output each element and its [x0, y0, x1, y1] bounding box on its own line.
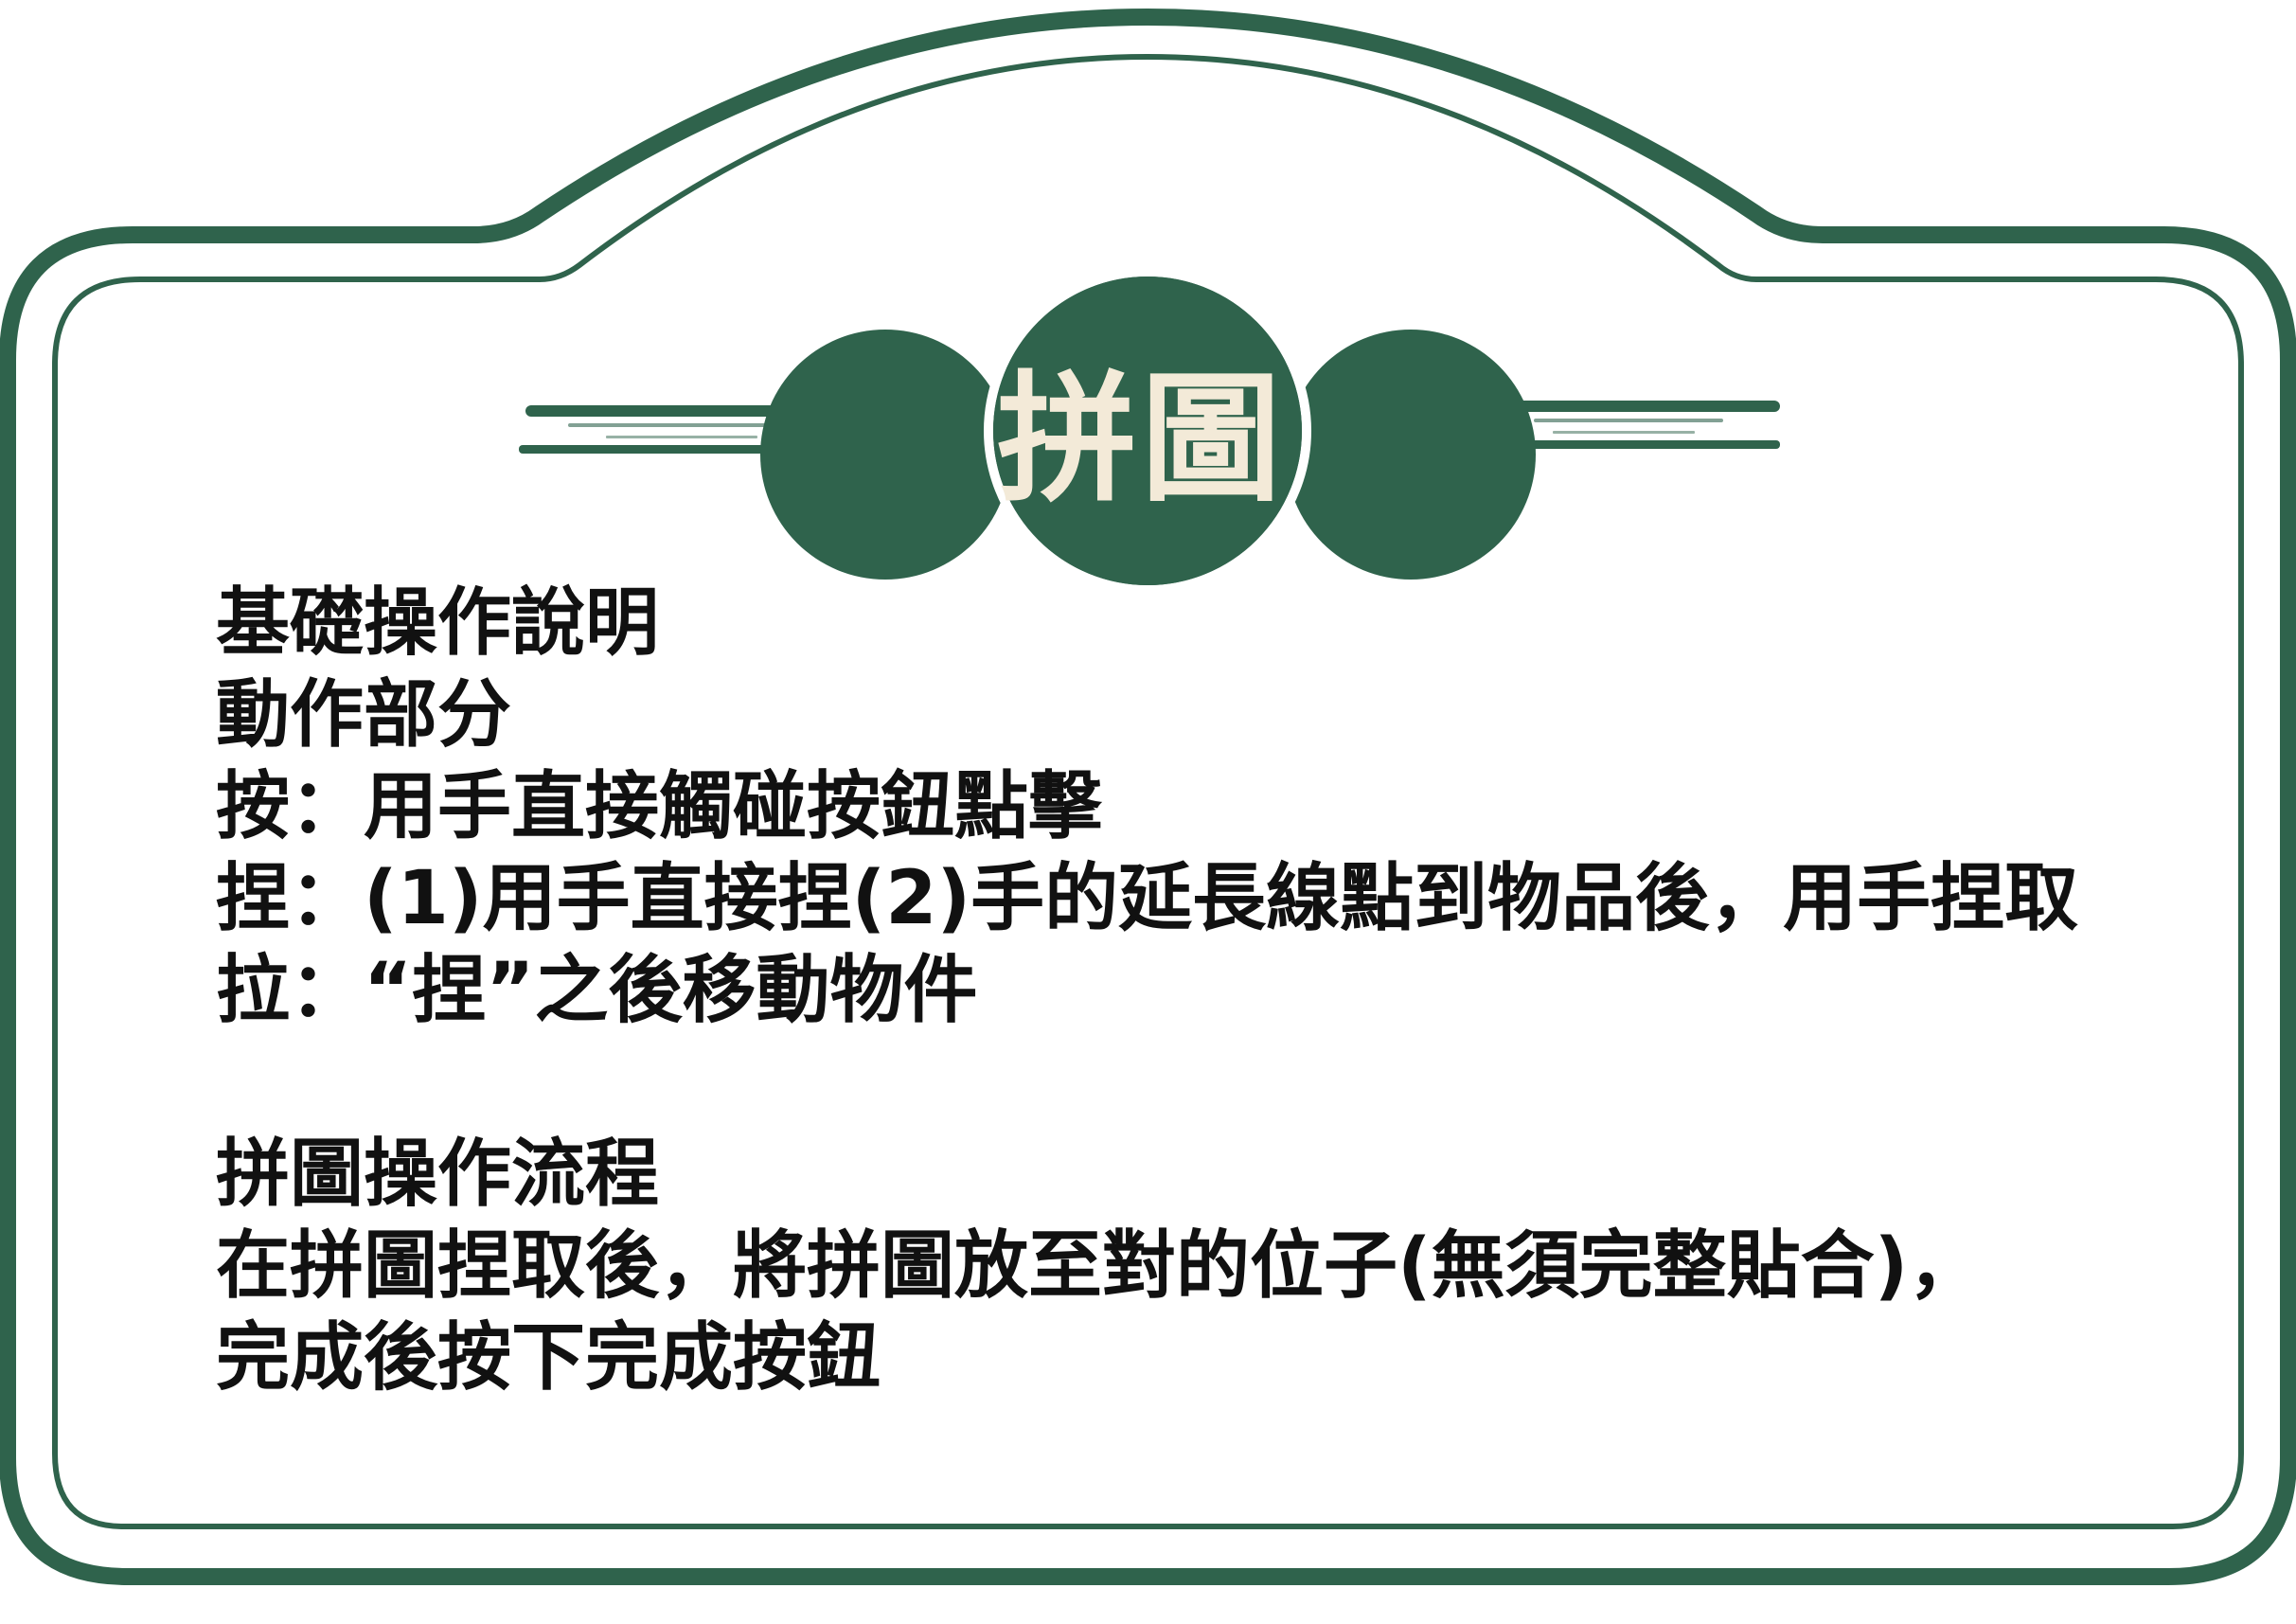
flow-heading: 拼圖操作流程 [216, 1132, 660, 1217]
instructions-body: 基礎操作說明 動作部分 按：用手直接觸碰按鈕點擊 捏：(1)用手直接捏(2)手的… [216, 578, 2138, 1404]
basics-subheading: 動作部分 [216, 672, 512, 758]
pinch-instruction: 捏：(1)用手直接捏(2)手的延長線點到物品後，用手捏取 [216, 856, 2079, 941]
pull-instruction: 拉：“捏”之後移動物件 [216, 948, 978, 1033]
basics-heading: 基礎操作說明 [216, 580, 660, 666]
flow-step-1: 在拼圖捏取後，將拼圖放至對的位子(無須完整貼合)， [216, 1223, 1983, 1309]
flow-step-2: 完成後按下完成按鈕 [216, 1315, 881, 1401]
title-circle-left [760, 330, 1010, 580]
puzzle-instructions-panel: 拼圖 基礎操作說明 動作部分 按：用手直接觸碰按鈕點擊 捏：(1)用手直接捏(2… [0, 0, 2296, 1624]
press-instruction: 按：用手直接觸碰按鈕點擊 [216, 764, 1103, 849]
page-title: 拼圖 [997, 357, 1285, 521]
title-circle-right [1286, 330, 1536, 580]
